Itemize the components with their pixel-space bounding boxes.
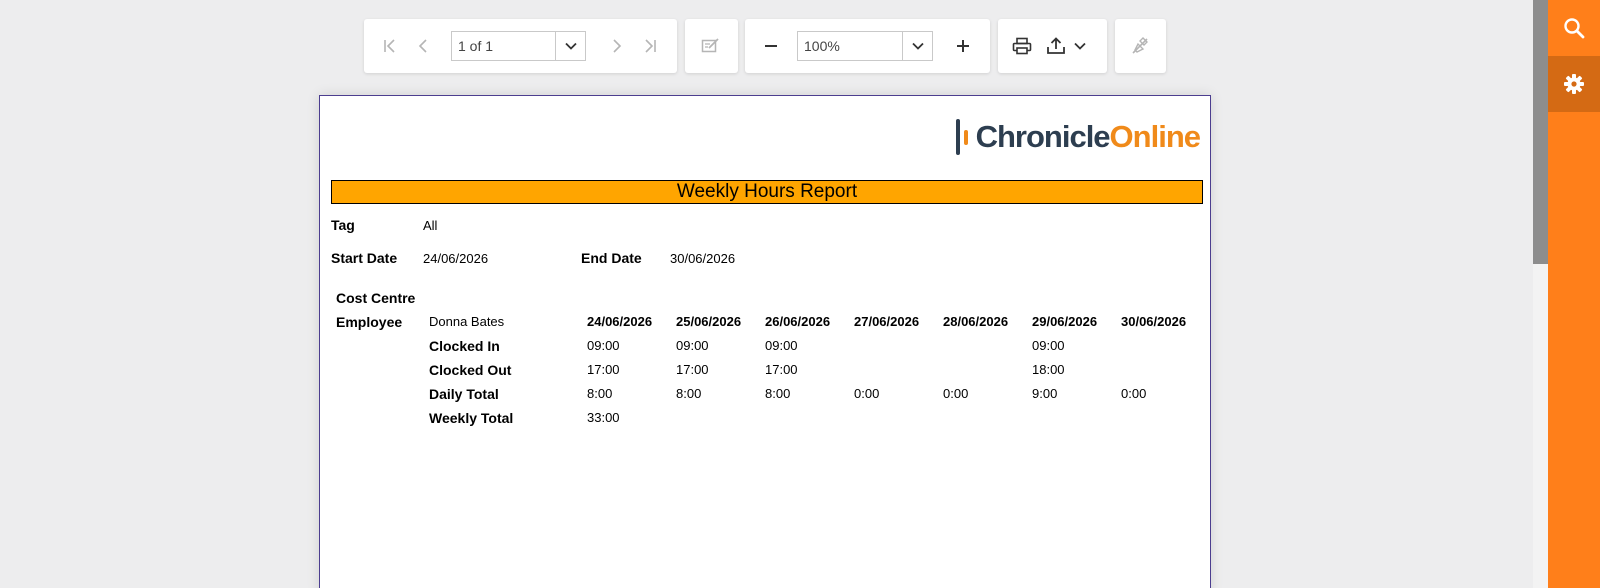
zoom-selector[interactable]: 100% bbox=[797, 31, 933, 61]
highlight-off-icon[interactable] bbox=[1126, 32, 1154, 60]
weekly-total-label: Weekly Total bbox=[429, 410, 514, 426]
logo-mark-icon bbox=[955, 119, 968, 155]
weekly-total-value: 33:00 bbox=[587, 410, 620, 425]
employee-label: Employee bbox=[336, 314, 403, 330]
plus-icon[interactable] bbox=[949, 32, 977, 60]
start-date-label: Start Date bbox=[331, 250, 398, 266]
minus-icon[interactable] bbox=[757, 32, 785, 60]
start-date-value: 24/06/2026 bbox=[423, 251, 489, 266]
last-page-icon[interactable] bbox=[636, 32, 664, 60]
table-cell: 09:00 bbox=[1032, 338, 1065, 353]
table-cell: 8:00 bbox=[765, 386, 791, 401]
chronicle-online-logo: Chronicle Online bbox=[955, 116, 1201, 158]
table-cell: 17:00 bbox=[765, 362, 798, 377]
end-date-value: 30/06/2026 bbox=[670, 251, 736, 266]
table-cell: 18:00 bbox=[1032, 362, 1065, 377]
date-header: 30/06/2026 bbox=[1121, 314, 1187, 329]
prev-page-icon[interactable] bbox=[409, 32, 437, 60]
chevron-down-icon[interactable] bbox=[555, 32, 585, 60]
table-cell: 0:00 bbox=[854, 386, 880, 401]
gear-icon[interactable] bbox=[1548, 56, 1600, 112]
table-cell: 09:00 bbox=[765, 338, 798, 353]
first-page-icon[interactable] bbox=[376, 32, 404, 60]
next-page-icon[interactable] bbox=[603, 32, 631, 60]
search-icon[interactable] bbox=[1548, 0, 1600, 56]
scrollbar-thumb[interactable] bbox=[1533, 0, 1548, 264]
employee-name: Donna Bates bbox=[429, 314, 505, 329]
row-label-daily-total: Daily Total bbox=[429, 386, 499, 402]
vertical-scrollbar[interactable] bbox=[1533, 0, 1548, 588]
table-cell: 17:00 bbox=[676, 362, 709, 377]
navigation-toolbar: 1 of 1 bbox=[364, 19, 677, 73]
editing-toolbar bbox=[685, 19, 738, 73]
logo-text-orange: Online bbox=[1109, 119, 1201, 154]
table-cell: 09:00 bbox=[676, 338, 709, 353]
tag-label: Tag bbox=[331, 217, 355, 233]
chevron-down-icon[interactable] bbox=[902, 32, 932, 60]
report-title: Weekly Hours Report bbox=[331, 180, 1203, 204]
zoom-toolbar: 100% bbox=[745, 19, 990, 73]
edit-form-icon[interactable] bbox=[697, 32, 725, 60]
table-cell: 0:00 bbox=[943, 386, 969, 401]
table-cell: 9:00 bbox=[1032, 386, 1058, 401]
date-header: 26/06/2026 bbox=[765, 314, 831, 329]
table-cell: 17:00 bbox=[587, 362, 620, 377]
print-icon[interactable] bbox=[1008, 32, 1036, 60]
logo-text-dark: Chronicle bbox=[975, 119, 1111, 154]
date-header: 29/06/2026 bbox=[1032, 314, 1098, 329]
end-date-label: End Date bbox=[581, 250, 642, 266]
table-cell: 8:00 bbox=[676, 386, 702, 401]
page-selector[interactable]: 1 of 1 bbox=[451, 31, 586, 61]
table-cell: 0:00 bbox=[1121, 386, 1147, 401]
cost-centre-label: Cost Centre bbox=[336, 290, 416, 306]
page-indicator: 1 of 1 bbox=[458, 38, 494, 54]
date-header: 27/06/2026 bbox=[854, 314, 920, 329]
table-cell: 8:00 bbox=[587, 386, 613, 401]
print-export-toolbar bbox=[998, 19, 1107, 73]
date-header: 24/06/2026 bbox=[587, 314, 653, 329]
tag-value: All bbox=[423, 218, 438, 233]
date-header: 25/06/2026 bbox=[676, 314, 742, 329]
report-viewer: 1 of 1 100% Chronicle Online Weekly Hour… bbox=[0, 0, 1533, 588]
row-label-clocked-in: Clocked In bbox=[429, 338, 500, 354]
date-header: 28/06/2026 bbox=[943, 314, 1009, 329]
row-label-clocked-out: Clocked Out bbox=[429, 362, 512, 378]
report-page: Chronicle Online Weekly Hours Report Tag… bbox=[319, 95, 1211, 588]
highlight-toolbar bbox=[1115, 19, 1166, 73]
zoom-value: 100% bbox=[804, 38, 840, 54]
side-panel bbox=[1548, 0, 1600, 588]
table-cell: 09:00 bbox=[587, 338, 620, 353]
chevron-down-icon[interactable] bbox=[1066, 32, 1094, 60]
